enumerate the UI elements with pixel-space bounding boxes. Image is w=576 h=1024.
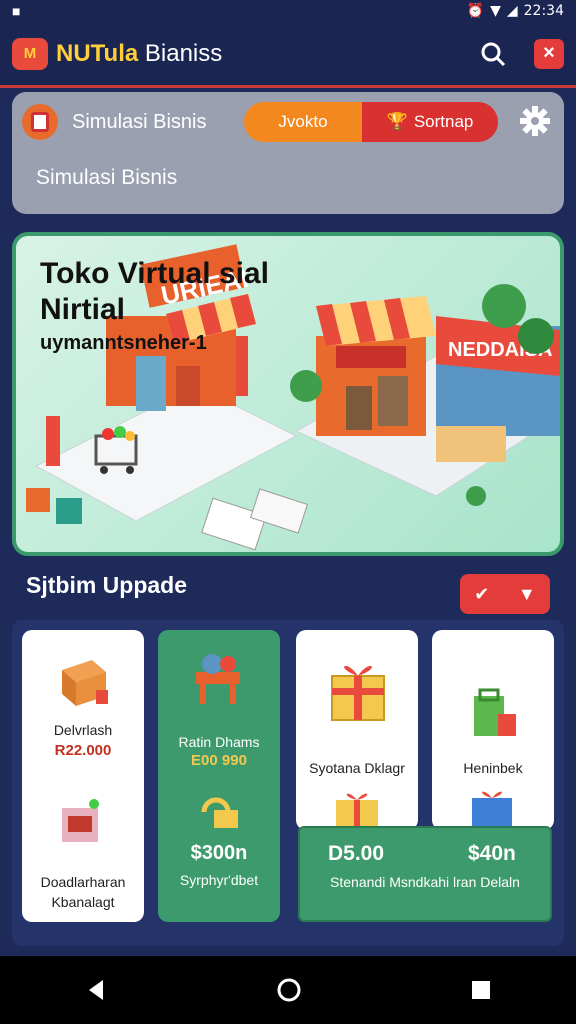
simulation-label: Simulasi Bisnis [72,110,207,133]
card-1b-label-1: Doadlarharan [40,874,126,890]
shop-box-icon [62,660,108,706]
system-nav-bar [0,956,576,1024]
toggle-option-a[interactable]: Jvokto [244,102,362,142]
upgrade-section-title: Sjtbim Uppade [26,572,188,598]
summary-price-2: $40n [468,842,516,865]
recents-icon[interactable] [469,978,493,1002]
home-icon[interactable] [275,976,303,1004]
blue-box-icon [472,791,512,828]
upgrade-filter-button[interactable]: ✔ ▼ [460,574,550,614]
small-gift-icon [336,793,378,828]
card-2-price: E00 990 [191,752,247,769]
gear-icon[interactable] [518,104,552,138]
card-1-label: Delvrlash [53,722,113,738]
notification-icon: ■ [12,3,21,19]
app-logo: M [12,37,48,70]
toggle-option-b[interactable]: 🏆 Sortnap [362,102,498,142]
summary-label: Stenandi Msndkahi lran Delaln [330,874,520,890]
close-icon[interactable]: × [543,42,555,65]
upgrade-card-1[interactable]: Delvrlash R22.000 Doadlarharan Kbanalagt [22,630,144,922]
summary-price-1: D5.00 [328,842,385,865]
mode-toggle[interactable]: Jvokto 🏆 Sortnap [244,102,498,142]
app-bar: M NUTula Bianiss × [0,22,576,88]
simulation-subtitle: Simulasi Bisnis [36,166,178,189]
card-2-label: Ratin Dhams [178,734,260,750]
storefront-icon [62,799,99,842]
register-icon [196,654,240,704]
card-4-label: Heninbek [463,760,523,776]
close-button[interactable]: × [534,38,564,69]
card-1-price: R22.000 [54,742,112,759]
signal-icon: ◢ [506,3,518,19]
app-title: NUTula Bianiss [56,39,223,67]
bag-icon [474,688,516,736]
upgrade-card-2[interactable]: Ratin Dhams E00 990 $300n Syrphyr'dbet [158,630,280,922]
store-icon [22,104,58,140]
hero-subtitle: uymanntsneher-1 [40,332,207,354]
chevron-down-icon[interactable]: ▼ [518,584,536,605]
check-icon[interactable]: ✔ [474,584,489,605]
lock-icon [201,797,238,828]
hero-title: Toko Virtual sial Nirtial [40,257,269,326]
upgrade-card-3[interactable]: Syotana Dklagr [296,630,418,830]
card-2b-price: $300n [190,842,248,864]
hero-banner[interactable]: URIEAI NEDDAISA Toko Virtual sial Nirtia… [12,232,564,556]
simulation-panel: Simulasi Bisnis Jvokto 🏆 Sortnap Simulas… [12,92,564,214]
trophy-icon: 🏆 [386,112,408,131]
status-bar: ■ ⏰ ▼ ◢ 22:34 [0,0,576,22]
back-icon[interactable] [83,977,109,1003]
upgrade-card-4[interactable]: Heninbek [432,630,554,830]
search-icon[interactable] [476,37,510,71]
wifi-icon: ▼ [490,3,501,19]
upgrade-summary-bar[interactable]: D5.00 $40n Stenandi Msndkahi lran Delaln [298,826,552,922]
card-1b-label-2: Kbanalagt [51,894,115,910]
status-time: 22:34 [523,3,564,19]
alarm-icon: ⏰ [466,3,485,19]
gift-icon [331,665,385,721]
card-3-label: Syotana Dklagr [309,760,405,776]
card-2b-label: Syrphyr'dbet [179,872,259,888]
